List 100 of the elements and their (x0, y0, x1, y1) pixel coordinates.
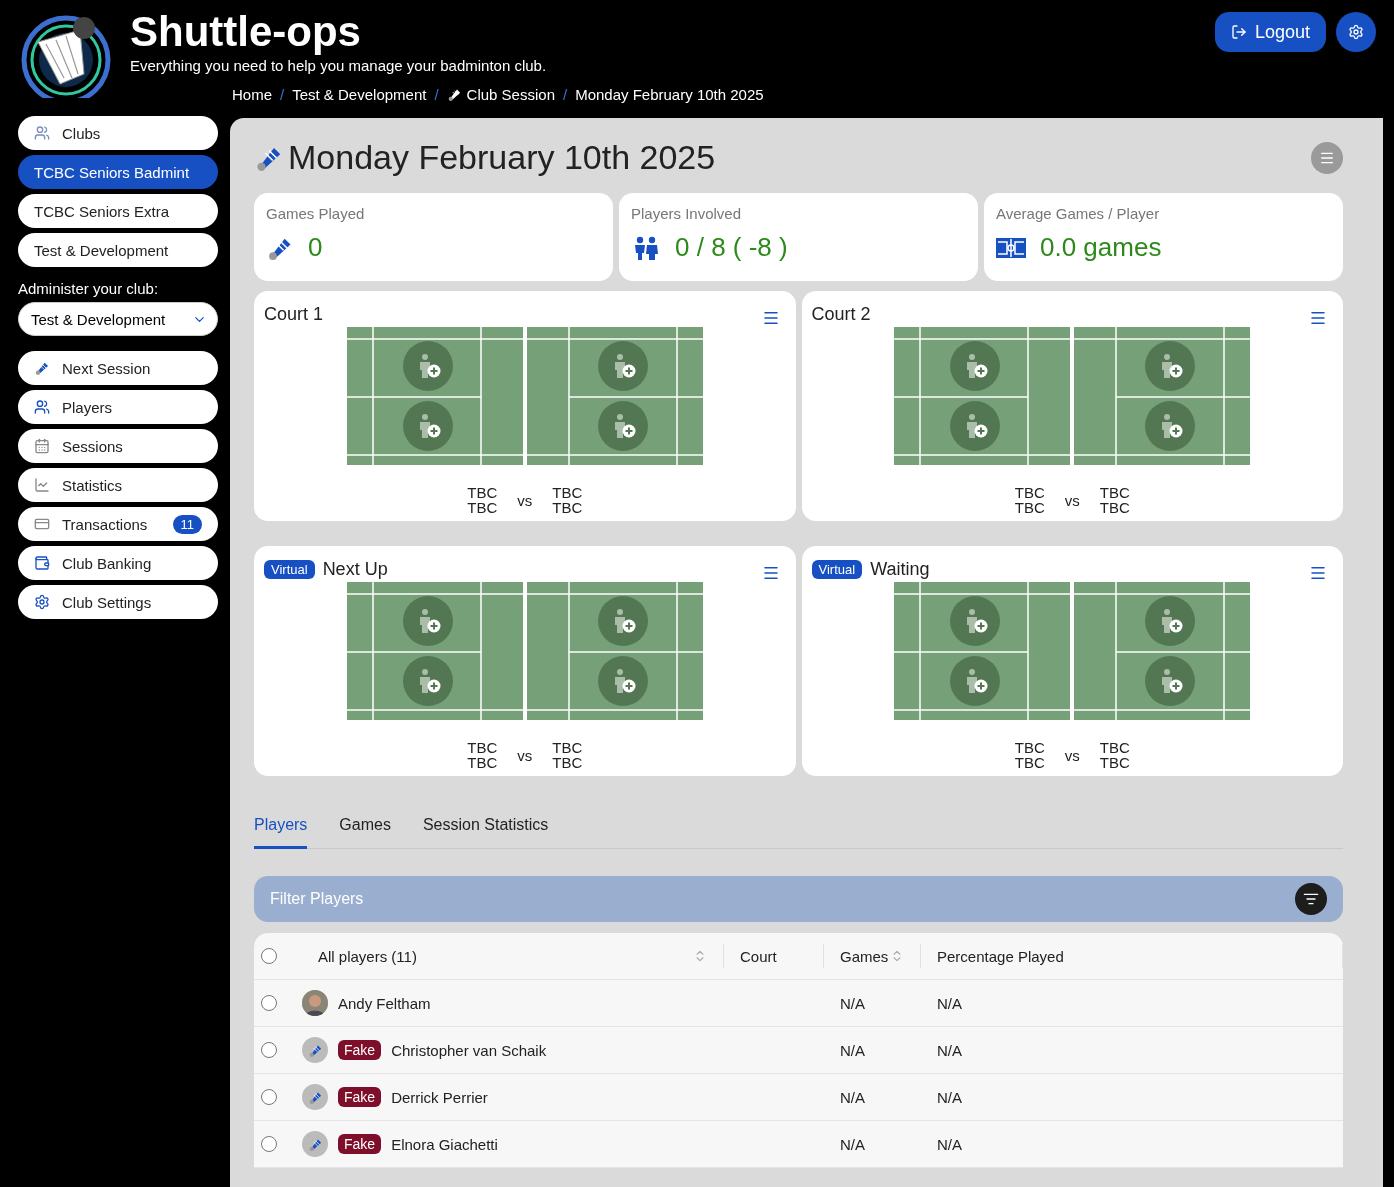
wallet-icon (34, 555, 50, 571)
versus-label: vs (1064, 491, 1080, 509)
team-player: TBC (1014, 740, 1045, 755)
logout-icon (1230, 24, 1247, 40)
users-icon (34, 125, 50, 141)
stat-value: 0.0 games (1040, 232, 1162, 263)
club-item[interactable]: Clubs (18, 116, 218, 150)
row-radio[interactable] (261, 995, 277, 1011)
breadcrumb-link[interactable]: Home (232, 86, 272, 103)
menu-button[interactable] (761, 309, 780, 327)
count-badge: 11 (172, 514, 202, 534)
stat-value: 0 / 8 ( -8 ) (675, 232, 788, 263)
filter-icon (1303, 891, 1319, 907)
team-player: TBC (552, 740, 583, 755)
court-title: Court 2 (811, 303, 871, 325)
nav-item[interactable]: Sessions (18, 429, 218, 463)
row-radio[interactable] (261, 1042, 277, 1058)
club-item[interactable]: Test & Development (18, 233, 218, 267)
calendar-icon (34, 438, 50, 454)
versus-label: vs (1064, 746, 1080, 764)
nav-item[interactable]: Club Settings (18, 585, 218, 619)
court-title: Waiting (870, 558, 930, 580)
team-player: TBC (1014, 500, 1045, 515)
users-icon (34, 399, 50, 415)
fake-badge: Fake (338, 1134, 382, 1154)
fake-badge: Fake (338, 1087, 382, 1107)
team-player: TBC (1099, 500, 1130, 515)
club-item[interactable]: TCBC Seniors Badmint (18, 155, 218, 189)
nav-item[interactable]: Statistics (18, 468, 218, 502)
team-player: TBC (552, 755, 583, 770)
stat-value: 0 (308, 232, 323, 263)
menu-button[interactable] (1309, 309, 1327, 327)
menu-button[interactable] (761, 564, 780, 582)
tab[interactable]: Session Statistics (422, 816, 549, 849)
select-all-radio[interactable] (261, 948, 277, 964)
nav-item[interactable]: Club Banking (18, 546, 218, 580)
shuttlecock-icon (446, 87, 462, 102)
stat-label: Games Played (266, 205, 366, 222)
court-icon (996, 237, 1026, 258)
column-header[interactable]: Court (724, 944, 824, 968)
settings-button[interactable] (1336, 12, 1376, 52)
table-cell-text: N/A (936, 1041, 963, 1059)
player-name: Derrick Perrier (391, 1088, 488, 1106)
team-player: TBC (467, 740, 498, 755)
table-cell-text: N/A (936, 1135, 963, 1153)
breadcrumb-link[interactable]: Monday February 10th 2025 (575, 86, 764, 103)
team-player: TBC (467, 500, 498, 515)
table-cell-text: N/A (936, 994, 963, 1012)
page-title: Monday February 10th 2025 (254, 138, 716, 177)
team-player: TBC (467, 755, 498, 770)
table-cell-text: N/A (936, 1088, 963, 1106)
row-radio[interactable] (261, 1136, 277, 1152)
nav-item[interactable]: Next Session (18, 351, 218, 385)
menu-icon (1309, 564, 1327, 582)
table-cell-text: N/A (839, 994, 866, 1012)
court-title: Next Up (322, 558, 388, 580)
menu-icon (761, 309, 780, 327)
club-item[interactable]: TCBC Seniors Extra (18, 194, 218, 228)
virtual-tag: Virtual (264, 559, 315, 579)
filter-label: Filter Players (270, 890, 364, 908)
table-cell-text: N/A (839, 1041, 866, 1059)
admin-label: Administer your club: (18, 280, 160, 297)
breadcrumb-link[interactable]: Club Session (446, 86, 555, 103)
player-name: Christopher van Schaik (391, 1041, 547, 1059)
breadcrumb-link[interactable]: Test & Development (292, 86, 427, 103)
tab[interactable]: Players (254, 816, 308, 849)
player-name: Andy Feltham (338, 994, 431, 1012)
shuttlecock-icon (34, 360, 50, 376)
table-cell-text: N/A (839, 1088, 866, 1106)
breadcrumb-separator: / (280, 86, 285, 103)
settings-icon (1348, 24, 1364, 40)
tab[interactable]: Games (339, 816, 391, 849)
player-name: Elnora Giachetti (391, 1135, 498, 1153)
team-player: TBC (1099, 485, 1130, 500)
club-select[interactable]: Test & Development (18, 302, 218, 336)
tagline: Everything you need to help you manage your badminton club. (130, 57, 548, 74)
team-player: TBC (1099, 755, 1130, 770)
logout-button[interactable]: Logout (1214, 12, 1326, 52)
nav-item[interactable]: Players (18, 390, 218, 424)
nav-item[interactable]: Transactions 11 (18, 507, 218, 541)
column-header[interactable]: All players (11) (302, 944, 724, 968)
breadcrumb-separator: / (434, 86, 439, 103)
table-cell-text: N/A (839, 1135, 866, 1153)
filter-button[interactable] (1295, 883, 1327, 915)
team-player: TBC (467, 485, 498, 500)
breadcrumb-separator: / (563, 86, 568, 103)
versus-label: vs (517, 491, 533, 509)
row-radio[interactable] (261, 1089, 277, 1105)
team-player: TBC (1014, 485, 1045, 500)
fake-badge: Fake (338, 1040, 382, 1060)
stat-label: Players Involved (631, 205, 743, 222)
team-player: TBC (1099, 740, 1130, 755)
team-player: TBC (552, 485, 583, 500)
column-header[interactable]: Games (824, 944, 921, 968)
menu-icon (1309, 309, 1327, 327)
court-title: Court 1 (264, 303, 324, 325)
virtual-tag: Virtual (811, 559, 863, 579)
credit-card-icon (34, 516, 50, 532)
menu-button[interactable] (1309, 564, 1327, 582)
column-header[interactable]: Percentage Played (921, 944, 1343, 968)
